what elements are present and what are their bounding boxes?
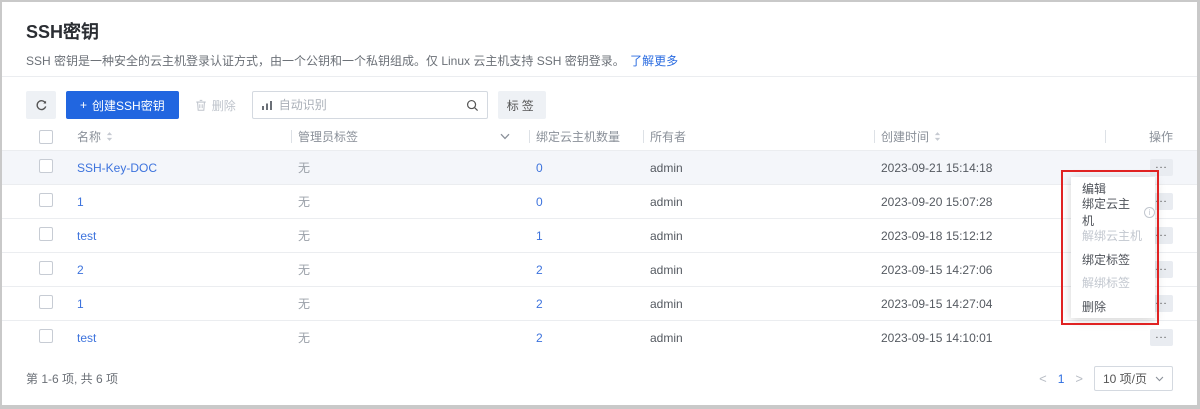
menu-item-bind-tag[interactable]: 绑定标签 [1071,248,1155,272]
admin-tag-value: 无 [298,193,536,210]
create-ssh-key-button[interactable]: + 创建SSH密钥 [66,91,179,119]
search-box[interactable] [252,91,488,119]
owner-value: admin [650,263,881,277]
table-row: test 无 1 admin 2023-09-18 15:12:12 ... [2,218,1197,252]
table-row: 1 无 2 admin 2023-09-15 14:27:04 ... [2,286,1197,320]
column-header-actions: 操作 [1105,123,1173,150]
ssh-key-name-link[interactable]: 2 [77,263,298,277]
pagination: < 1 > 10 项/页 [1037,366,1173,391]
page-header: SSH密钥 SSH 密钥是一种安全的云主机登录认证方式，由一个公钥和一个私钥组成… [2,2,1197,77]
learn-more-link[interactable]: 了解更多 [630,54,678,68]
admin-tag-value: 无 [298,227,536,244]
column-header-host-count: 绑定云主机数量 [536,123,650,150]
select-all-cell [26,123,77,150]
owner-value: admin [650,229,881,243]
admin-tag-value: 无 [298,261,536,278]
refresh-button[interactable] [26,91,56,119]
owner-value: admin [650,161,881,175]
sort-icon[interactable] [934,131,941,142]
search-icon[interactable] [466,99,479,112]
column-header-created[interactable]: 创建时间 [881,123,1105,150]
column-header-owner: 所有者 [650,123,881,150]
admin-tag-value: 无 [298,295,536,312]
plus-icon: + [80,98,87,112]
row-checkbox[interactable] [39,329,53,343]
host-count-link[interactable]: 2 [536,263,650,277]
info-icon: i [1144,207,1155,218]
subtitle-text: SSH 密钥是一种安全的云主机登录认证方式，由一个公钥和一个私钥组成。仅 Lin… [26,54,625,68]
row-actions-menu: 编辑 绑定云主机 i 解绑云主机 绑定标签 解绑标签 删除 [1071,177,1155,318]
host-count-link[interactable]: 1 [536,229,650,243]
filter-bars-icon [261,99,273,111]
ssh-key-name-link[interactable]: 1 [77,297,298,311]
table-row: test 无 2 admin 2023-09-15 14:10:01 ... [2,320,1197,354]
item-count-summary: 第 1-6 项, 共 6 项 [26,370,118,387]
sort-icon[interactable] [106,131,113,142]
next-page-button[interactable]: > [1073,371,1085,386]
row-checkbox[interactable] [39,193,53,207]
page-size-value: 10 项/页 [1103,370,1147,387]
row-actions-button[interactable]: ... [1150,329,1173,346]
menu-item-delete[interactable]: 删除 [1071,295,1155,319]
owner-value: admin [650,195,881,209]
delete-button: 删除 [189,91,242,119]
trash-icon [195,99,207,112]
refresh-icon [35,99,48,112]
menu-item-unbind-host: 解绑云主机 [1071,224,1155,248]
owner-value: admin [650,297,881,311]
table-header: 名称 管理员标签 绑定云主机数量 所有者 创建时间 操作 [2,123,1197,150]
table-footer: 第 1-6 项, 共 6 项 < 1 > 10 项/页 [2,354,1197,391]
created-value: 2023-09-21 15:14:18 [881,161,1105,175]
created-value: 2023-09-15 14:10:01 [881,331,1105,345]
ssh-key-name-link[interactable]: test [77,229,298,243]
row-actions-button[interactable]: ... [1150,159,1173,176]
host-count-link[interactable]: 2 [536,297,650,311]
search-input[interactable] [279,98,460,112]
page-subtitle: SSH 密钥是一种安全的云主机登录认证方式，由一个公钥和一个私钥组成。仅 Lin… [26,52,1173,69]
table-row: 2 无 2 admin 2023-09-15 14:27:06 ... [2,252,1197,286]
ssh-key-name-link[interactable]: 1 [77,195,298,209]
row-checkbox[interactable] [39,159,53,173]
chevron-down-icon [1155,376,1164,382]
menu-item-bind-host[interactable]: 绑定云主机 i [1071,201,1155,225]
row-checkbox[interactable] [39,261,53,275]
ssh-key-name-link[interactable]: SSH-Key-DOC [77,161,298,175]
menu-item-unbind-tag: 解绑标签 [1071,271,1155,295]
delete-label: 删除 [212,97,236,114]
ssh-key-page: SSH密钥 SSH 密钥是一种安全的云主机登录认证方式，由一个公钥和一个私钥组成… [0,0,1200,409]
select-all-checkbox[interactable] [39,130,53,144]
create-ssh-key-label: 创建SSH密钥 [92,97,165,114]
row-checkbox[interactable] [39,295,53,309]
owner-value: admin [650,331,881,345]
admin-tag-value: 无 [298,329,536,346]
tag-button[interactable]: 标签 [498,91,546,119]
toolbar: + 创建SSH密钥 删除 标签 [2,77,1197,123]
host-count-link[interactable]: 2 [536,331,650,345]
column-header-name[interactable]: 名称 [77,123,298,150]
admin-tag-value: 无 [298,159,536,176]
page-title: SSH密钥 [26,18,1173,44]
column-header-admin-tag: 管理员标签 [298,123,536,150]
page-size-select[interactable]: 10 项/页 [1094,366,1173,391]
row-checkbox[interactable] [39,227,53,241]
table-row: 1 无 0 admin 2023-09-20 15:07:28 ... [2,184,1197,218]
ssh-key-name-link[interactable]: test [77,331,298,345]
prev-page-button[interactable]: < [1037,371,1049,386]
chevron-down-icon[interactable] [500,133,510,140]
host-count-link[interactable]: 0 [536,195,650,209]
current-page-number[interactable]: 1 [1058,372,1065,386]
host-count-link[interactable]: 0 [536,161,650,175]
table-row: SSH-Key-DOC 无 0 admin 2023-09-21 15:14:1… [2,150,1197,184]
